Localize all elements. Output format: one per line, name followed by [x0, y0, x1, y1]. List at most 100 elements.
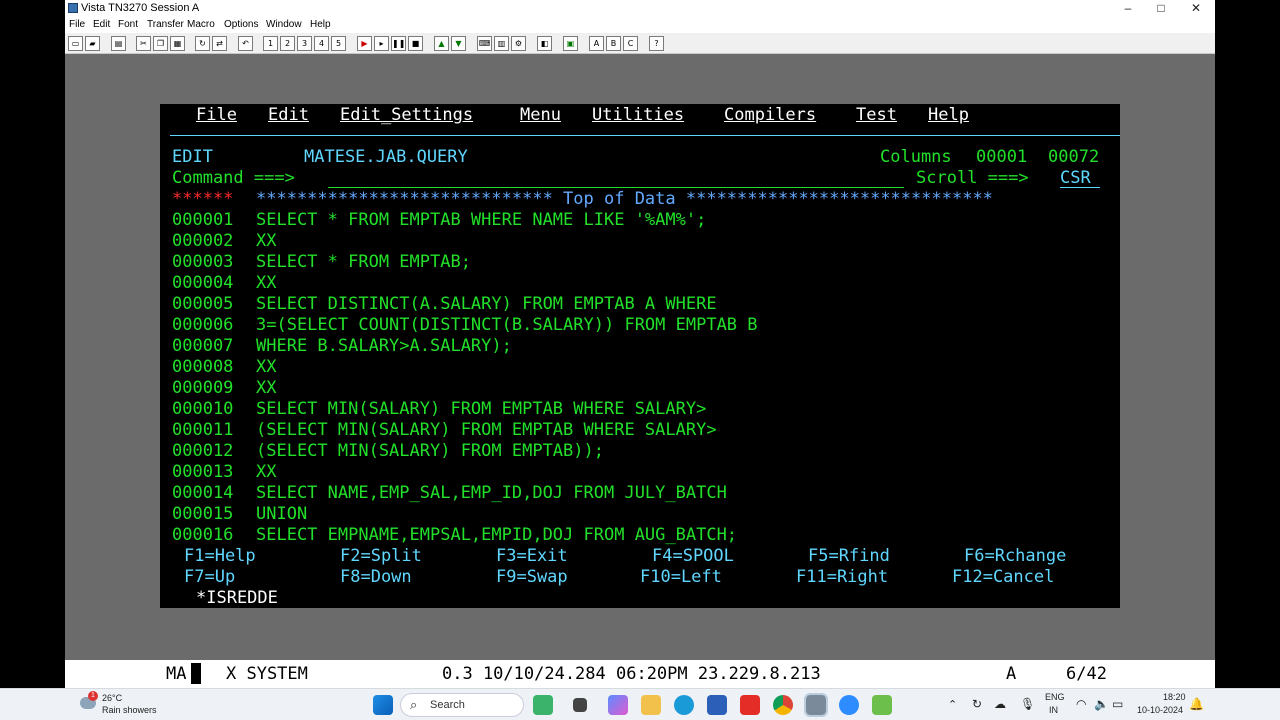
terminal-screen[interactable]: File Edit Edit_Settings Menu Utilities C…: [160, 104, 1120, 608]
line-text[interactable]: (SELECT MIN(SALARY) FROM EMPTAB));: [256, 441, 604, 462]
clock-date[interactable]: 10-10-2024: [1137, 705, 1183, 715]
line-text[interactable]: SELECT * FROM EMPTAB WHERE NAME LIKE '%A…: [256, 210, 706, 231]
settings-icon[interactable]: ⚙: [511, 36, 526, 51]
start-icon[interactable]: [373, 695, 393, 715]
paste-icon[interactable]: ▦: [170, 36, 185, 51]
file-explorer-icon[interactable]: [641, 695, 661, 715]
undo-icon[interactable]: ↶: [238, 36, 253, 51]
print-icon[interactable]: ▤: [111, 36, 126, 51]
microphone-icon[interactable]: 🎙: [1020, 697, 1035, 711]
menu-macro[interactable]: Macro: [187, 19, 215, 30]
download-icon[interactable]: ▼: [451, 36, 466, 51]
help-button[interactable]: ?: [649, 36, 664, 51]
line-number[interactable]: 000002: [172, 231, 233, 252]
fkey-f10[interactable]: F10=Left: [640, 567, 722, 588]
line-number[interactable]: 000013: [172, 462, 233, 483]
fkey-f5[interactable]: F5=Rfind: [808, 546, 890, 567]
copilot-app-icon[interactable]: [533, 695, 553, 715]
line-text[interactable]: SELECT NAME,EMP_SAL,EMP_ID,DOJ FROM JULY…: [256, 483, 727, 504]
menu-file[interactable]: File: [69, 19, 85, 30]
line-text[interactable]: SELECT * FROM EMPTAB;: [256, 252, 471, 273]
open-icon[interactable]: ▰: [85, 36, 100, 51]
session-icon[interactable]: ◧: [537, 36, 552, 51]
volume-icon[interactable]: 🔈: [1094, 697, 1109, 711]
reconnect-icon[interactable]: ⇄: [212, 36, 227, 51]
monitor-icon[interactable]: ▣: [563, 36, 578, 51]
cut-icon[interactable]: ✂: [136, 36, 151, 51]
fkey-f12[interactable]: F12=Cancel: [952, 567, 1054, 588]
line-text[interactable]: SELECT DISTINCT(A.SALARY) FROM EMPTAB A …: [256, 294, 717, 315]
line-number[interactable]: 000016: [172, 525, 233, 546]
letter-c-button[interactable]: C: [623, 36, 638, 51]
letter-b-button[interactable]: B: [606, 36, 621, 51]
language-bottom[interactable]: IN: [1049, 705, 1058, 715]
keymap-icon[interactable]: ▥: [494, 36, 509, 51]
line-number[interactable]: 000015: [172, 504, 233, 525]
menu-help[interactable]: Help: [310, 19, 331, 30]
wifi-icon[interactable]: ◠: [1076, 697, 1086, 711]
line-number[interactable]: 000010: [172, 399, 233, 420]
cloud-icon[interactable]: ☁: [994, 697, 1006, 711]
edge-icon[interactable]: [674, 695, 694, 715]
line-text[interactable]: (SELECT MIN(SALARY) FROM EMPTAB WHERE SA…: [256, 420, 717, 441]
menu-transfer[interactable]: Transfer: [147, 19, 184, 30]
line-number[interactable]: 000004: [172, 273, 233, 294]
refresh-icon[interactable]: ↻: [195, 36, 210, 51]
notification-bell-icon[interactable]: 🔔: [1189, 697, 1204, 711]
pause-icon[interactable]: ❚❚: [391, 36, 406, 51]
line-number[interactable]: 000001: [172, 210, 233, 231]
fkey-f4[interactable]: F4=SPOOL: [652, 546, 734, 567]
macro-3-button[interactable]: 3: [297, 36, 312, 51]
fkey-f3[interactable]: F3=Exit: [496, 546, 568, 567]
weather-widget[interactable]: 1 26°C Rain showers: [78, 691, 188, 719]
fkey-f7[interactable]: F7=Up: [184, 567, 235, 588]
copilot-icon[interactable]: [608, 695, 628, 715]
line-text[interactable]: XX: [256, 378, 276, 399]
zoom-icon[interactable]: [839, 695, 859, 715]
tray-chevron-icon[interactable]: ⌃: [948, 698, 957, 711]
macro-1-button[interactable]: 1: [263, 36, 278, 51]
line-text[interactable]: XX: [256, 357, 276, 378]
fkey-f8[interactable]: F8=Down: [340, 567, 412, 588]
new-icon[interactable]: ▭: [68, 36, 83, 51]
line-text[interactable]: XX: [256, 273, 276, 294]
notepad-icon[interactable]: [872, 695, 892, 715]
line-number[interactable]: 000009: [172, 378, 233, 399]
clock-time[interactable]: 18:20: [1163, 692, 1186, 702]
ispf-menu-edit-settings[interactable]: Edit_Settings: [340, 105, 473, 126]
menu-edit[interactable]: Edit: [93, 19, 110, 30]
line-text[interactable]: XX: [256, 231, 276, 252]
fkey-f9[interactable]: F9=Swap: [496, 567, 568, 588]
line-number[interactable]: 000011: [172, 420, 233, 441]
copy-icon[interactable]: ❐: [153, 36, 168, 51]
battery-icon[interactable]: ▭: [1112, 697, 1123, 711]
taskview-icon[interactable]: [573, 698, 587, 712]
ispf-menu-help[interactable]: Help: [928, 105, 969, 126]
store-icon[interactable]: [707, 695, 727, 715]
stop-icon[interactable]: ■: [408, 36, 423, 51]
command-input[interactable]: [328, 168, 904, 188]
menu-window[interactable]: Window: [266, 19, 302, 30]
fkey-f2[interactable]: F2=Split: [340, 546, 422, 567]
minimize-button[interactable]: –: [1111, 0, 1145, 17]
line-text[interactable]: XX: [256, 462, 276, 483]
ispf-menu-file[interactable]: File: [196, 105, 237, 126]
ispf-menu-edit[interactable]: Edit: [268, 105, 309, 126]
ispf-menu-utilities[interactable]: Utilities: [592, 105, 684, 126]
fkey-f1[interactable]: F1=Help: [184, 546, 256, 567]
menu-font[interactable]: Font: [118, 19, 138, 30]
line-number[interactable]: 000003: [172, 252, 233, 273]
close-button[interactable]: ✕: [1179, 0, 1213, 17]
macro-5-button[interactable]: 5: [331, 36, 346, 51]
ispf-menu-compilers[interactable]: Compilers: [724, 105, 816, 126]
sync-icon[interactable]: ↻: [972, 697, 982, 711]
youtube-icon[interactable]: [740, 695, 760, 715]
fkey-f11[interactable]: F11=Right: [796, 567, 888, 588]
line-number[interactable]: 000006: [172, 315, 233, 336]
search-box[interactable]: ⌕ Search: [400, 693, 524, 717]
fkey-f6[interactable]: F6=Rchange: [964, 546, 1066, 567]
vista-tn3270-icon[interactable]: [804, 693, 828, 717]
line-number[interactable]: 000007: [172, 336, 233, 357]
line-text[interactable]: UNION: [256, 504, 307, 525]
letter-a-button[interactable]: A: [589, 36, 604, 51]
